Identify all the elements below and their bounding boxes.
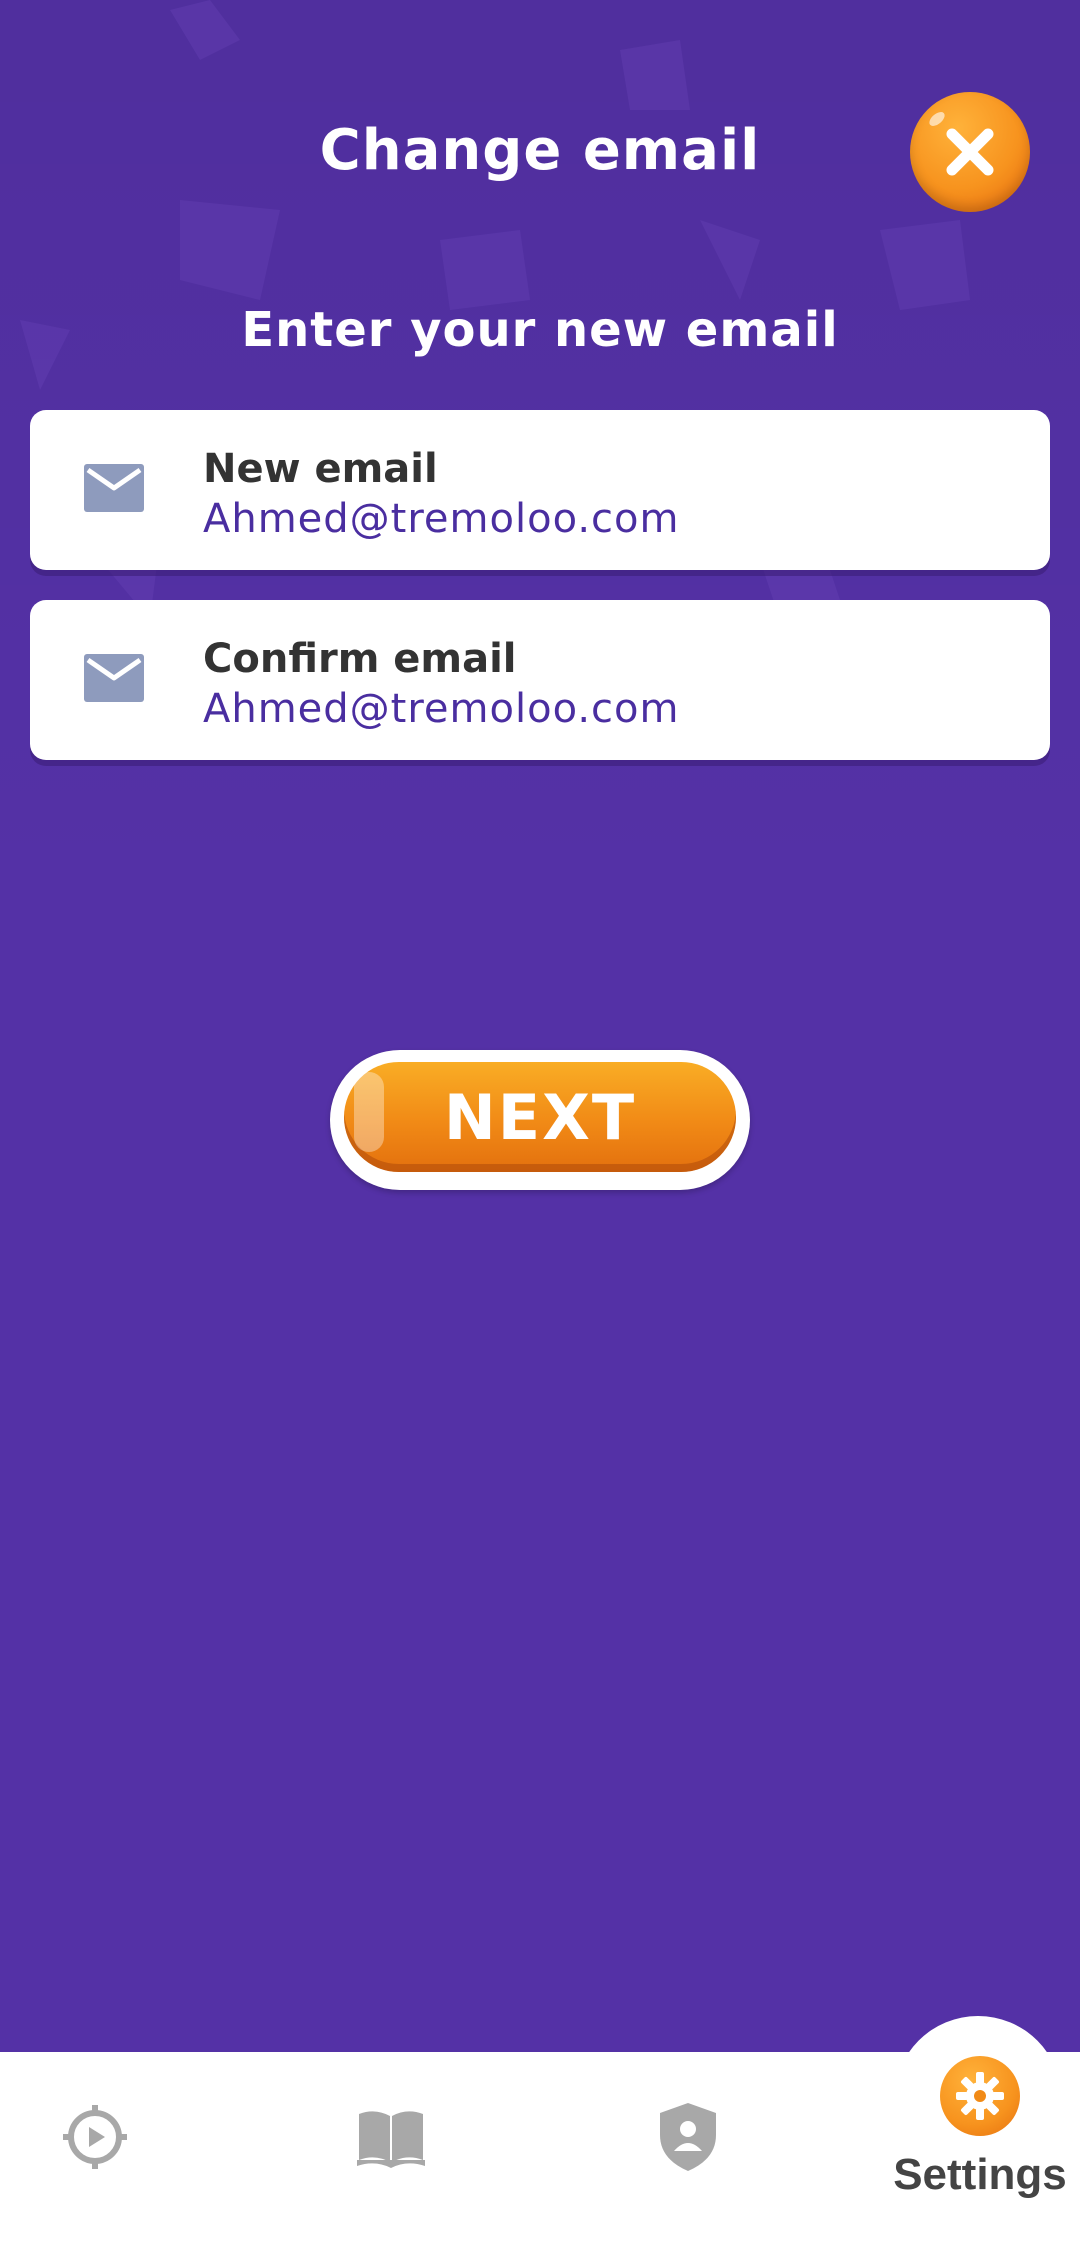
confirm-email-value[interactable]: Ahmed@tremoloo.com	[203, 686, 679, 732]
close-button[interactable]	[910, 92, 1030, 212]
profile-shield-icon	[660, 2103, 716, 2171]
form-subtitle: Enter your new email	[241, 302, 839, 358]
confirm-email-field[interactable]: Confirm email Ahmed@tremoloo.com	[30, 600, 1050, 760]
envelope-icon	[84, 464, 144, 512]
confirm-email-label: Confirm email	[203, 636, 517, 682]
next-button-label: NEXT	[443, 1080, 637, 1154]
next-button-frame: NEXT	[330, 1050, 750, 1190]
button-gloss	[354, 1072, 384, 1152]
nav-item-settings[interactable]	[940, 2056, 1020, 2136]
close-icon	[946, 128, 994, 176]
new-email-label: New email	[203, 446, 438, 492]
gear-icon	[956, 2072, 1004, 2120]
play-compass-icon	[63, 2105, 127, 2169]
new-email-value[interactable]: Ahmed@tremoloo.com	[203, 496, 679, 542]
nav-item-profile[interactable]	[643, 2092, 733, 2182]
envelope-icon	[84, 654, 144, 702]
new-email-field[interactable]: New email Ahmed@tremoloo.com	[30, 410, 1050, 570]
nav-item-book[interactable]	[346, 2092, 436, 2182]
next-button[interactable]: NEXT	[344, 1062, 736, 1172]
settings-tab-label[interactable]: Settings	[880, 2150, 1080, 2200]
book-icon	[357, 2111, 425, 2168]
nav-item-play[interactable]	[50, 2092, 140, 2182]
